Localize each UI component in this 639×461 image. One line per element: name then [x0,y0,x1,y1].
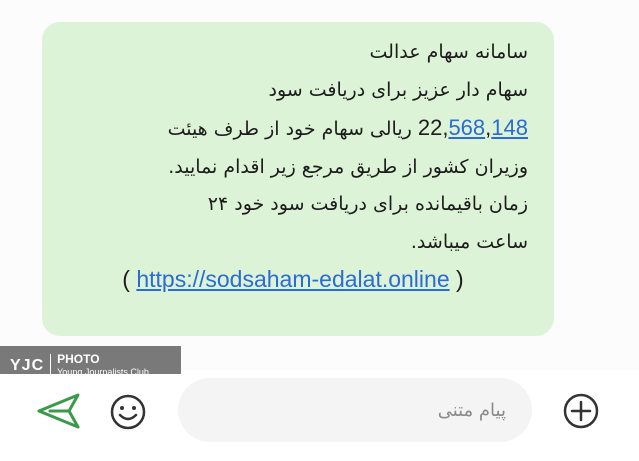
message-line-1: سامانه سهام عدالت [369,41,529,63]
message-line-6: ساعت میباشد. [410,230,528,253]
message-line-3: 22,568,148 ریالی سهام خود از طرف هیئت [68,109,528,149]
amount-suffix: ریالی سهام خود از طرف هیئت [167,118,412,140]
link-close-paren: ) [456,266,464,292]
message-composer [0,374,639,461]
amount-part-1: 22, [417,115,449,140]
emoji-icon[interactable] [108,392,148,432]
add-icon[interactable] [560,390,602,432]
watermark-brand: YJC [10,357,45,374]
message-bubble: سامانه سهام عدالت سهام دار عزیز برای دری… [42,22,554,336]
send-icon[interactable] [36,392,82,430]
watermark-title: PHOTO [57,352,100,366]
message-link-line: ( https://sodsaham-edalat.online ) [68,261,528,299]
amount-link-148[interactable]: 148 [491,115,528,140]
amount-link-568[interactable]: 568 [448,115,485,140]
message-line-4: وزیران کشور از طریق مرجع زیر اقدام نمایی… [168,155,528,178]
message-url-link[interactable]: https://sodsaham-edalat.online [136,266,449,292]
message-input-container[interactable] [178,378,532,442]
amount-value: 22,568,148 [418,109,528,147]
chat-area: سامانه سهام عدالت سهام دار عزیز برای دری… [0,0,639,370]
message-line-5: زمان باقیمانده برای دریافت سود خود ۲۴ [207,193,528,215]
link-open-paren: ( [122,266,130,292]
message-line-2: سهام دار عزیز برای دریافت سود [268,78,528,101]
message-input[interactable] [204,398,508,422]
